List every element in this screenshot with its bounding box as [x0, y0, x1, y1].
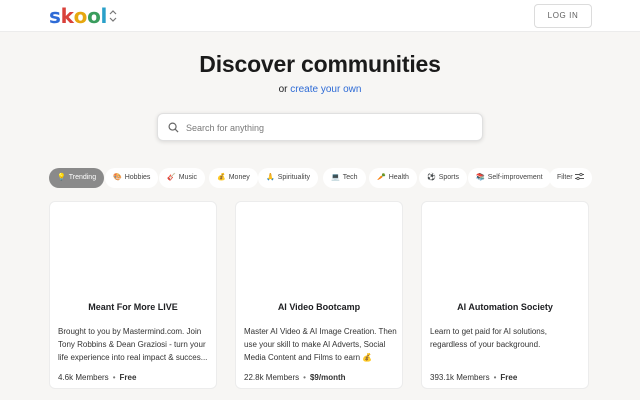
community-description: Master AI Video & AI Image Creation. The… [244, 327, 397, 362]
community-card[interactable]: Meant For More LIVE Brought to you by Ma… [49, 201, 217, 389]
price-label: Free [119, 373, 137, 382]
search-icon [168, 122, 179, 133]
sliders-icon [574, 172, 584, 181]
chip-label: Music [178, 174, 197, 181]
chip-label: Filter [557, 174, 573, 181]
search-input[interactable] [186, 119, 466, 137]
chip-label: Money [228, 174, 250, 181]
category-chip-tech[interactable]: 💻 Tech [323, 168, 366, 188]
meta-separator: • [493, 373, 497, 382]
community-meta: 393.1k Members • Free [430, 373, 517, 382]
create-community-link[interactable]: create your own [290, 84, 361, 95]
community-name[interactable]: AI Automation Society [422, 302, 588, 312]
chevron-up-down-icon[interactable] [108, 9, 120, 23]
logo-letter: s [49, 4, 61, 28]
meta-separator: • [112, 373, 116, 382]
category-chip-music[interactable]: 🎸 Music [159, 168, 205, 188]
price-label: $9/month [309, 373, 346, 382]
community-meta: 4.6k Members • Free [58, 373, 136, 382]
community-card[interactable]: AI Video Bootcamp Master AI Video & AI I… [235, 201, 403, 389]
member-count: 4.6k Members [58, 373, 109, 382]
page-title: Discover communities [199, 51, 441, 77]
category-chip-hobbies[interactable]: 🎨 Hobbies [105, 168, 159, 188]
member-count: 22.8k Members [244, 373, 300, 382]
praying-hands-icon: 🙏 [266, 174, 275, 181]
community-description: Brought to you by Mastermind.com. Join T… [58, 327, 208, 362]
category-filter-bar: 💡 Trending 🎨 Hobbies 🎸 Music 💰 Money 🙏 Spirit… [49, 168, 609, 188]
chip-label: Hobbies [124, 174, 151, 181]
member-count: 393.1k Members [430, 373, 490, 382]
community-description: Learn to get paid for AI solutions, rega… [430, 327, 547, 349]
logo-letter: k [60, 4, 74, 28]
skool-logo[interactable]: skool [49, 4, 107, 28]
category-chip-health[interactable]: 🥕 Health [369, 168, 417, 188]
soccer-ball-icon: ⚽ [427, 174, 436, 181]
category-chip-money[interactable]: 💰 Money [209, 168, 258, 188]
community-name[interactable]: Meant For More LIVE [50, 302, 216, 312]
search-box[interactable] [157, 113, 483, 141]
chip-label: Health [388, 174, 409, 181]
category-chip-self-improvement[interactable]: 📚 Self-improvement [468, 168, 551, 188]
community-card[interactable]: AI Automation Society Learn to get paid … [421, 201, 589, 389]
top-header: skool LOG IN [0, 0, 640, 32]
page-subtitle: or create your own [0, 84, 640, 95]
money-bag-icon: 💰 [217, 174, 226, 181]
carrot-icon: 🥕 [377, 174, 386, 181]
chip-label: Sports [438, 174, 459, 181]
lightbulb-icon: 💡 [57, 174, 66, 181]
guitar-icon: 🎸 [167, 174, 176, 181]
books-icon: 📚 [476, 174, 485, 181]
price-label: Free [500, 373, 518, 382]
login-button[interactable]: LOG IN [534, 4, 592, 28]
category-chip-spirituality[interactable]: 🙏 Spirituality [258, 168, 319, 188]
logo-letter: o [73, 4, 88, 28]
chip-label: Tech [342, 174, 358, 181]
filter-button[interactable]: Filter [549, 168, 592, 188]
logo-letter: l [100, 4, 108, 28]
chip-label: Self-improvement [487, 174, 543, 181]
category-chip-trending[interactable]: 💡 Trending [49, 168, 105, 188]
chip-label: Spirituality [277, 174, 311, 181]
community-meta: 22.8k Members • $9/month [244, 373, 346, 382]
palette-icon: 🎨 [113, 174, 122, 181]
chip-label: Trending [68, 174, 97, 181]
logo-letter: o [87, 4, 101, 28]
meta-separator: • [303, 373, 306, 382]
category-chip-sports[interactable]: ⚽ Sports [419, 168, 467, 188]
community-name[interactable]: AI Video Bootcamp [236, 302, 402, 312]
subtitle-prefix: or [278, 84, 288, 95]
laptop-icon: 💻 [331, 174, 340, 181]
